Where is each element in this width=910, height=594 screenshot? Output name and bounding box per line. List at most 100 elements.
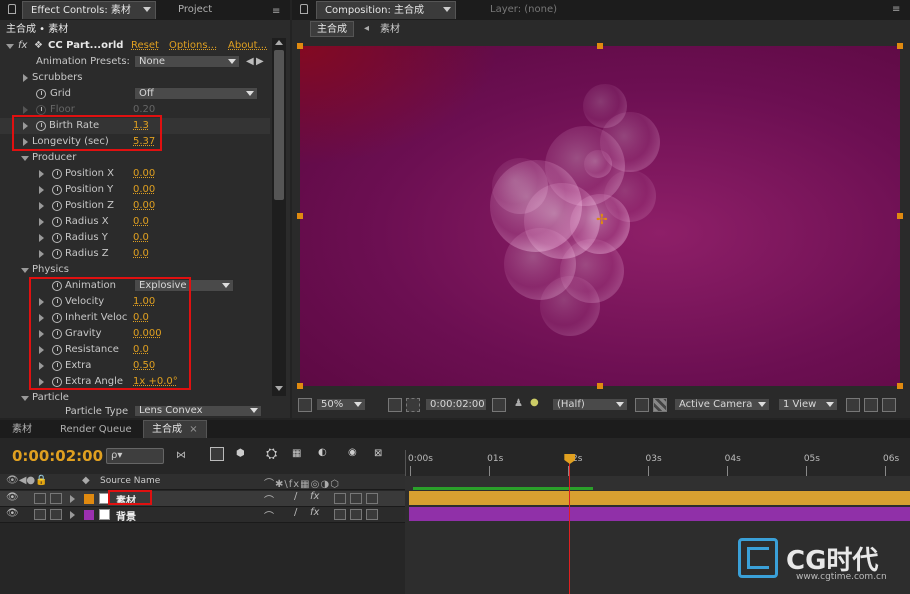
solo-toggle[interactable] bbox=[50, 509, 62, 520]
layer-name[interactable]: 背景 bbox=[116, 508, 136, 523]
handle-top-right[interactable] bbox=[897, 43, 903, 49]
expand-triangle[interactable] bbox=[70, 511, 75, 519]
stopwatch-icon[interactable] bbox=[36, 89, 46, 99]
zoom-dropdown[interactable]: 50% bbox=[316, 398, 366, 411]
switch-quality-icon[interactable]: / bbox=[294, 491, 297, 502]
about-link[interactable]: About... bbox=[228, 38, 267, 54]
time-ruler[interactable]: 0:00s01s02s03s04s05s06s bbox=[405, 450, 910, 476]
lock-icon[interactable] bbox=[8, 4, 16, 14]
label-color-swatch[interactable] bbox=[84, 510, 94, 520]
frame-blending-icon[interactable]: ▦ bbox=[292, 448, 301, 459]
timeline-icon[interactable] bbox=[882, 398, 896, 412]
collapse-triangle[interactable] bbox=[21, 156, 29, 161]
layer-row[interactable]: 👁 素材 ⌒ / fx bbox=[0, 491, 405, 507]
timecode-display[interactable]: 0:00:02:00 bbox=[425, 398, 487, 411]
switch-shy-icon[interactable]: ⌒ bbox=[264, 492, 274, 507]
handle-top-mid[interactable] bbox=[597, 43, 603, 49]
current-time-indicator[interactable] bbox=[564, 454, 576, 594]
solo-toggle[interactable] bbox=[50, 493, 62, 504]
particle-type-dropdown[interactable]: Lens Convex bbox=[134, 406, 262, 417]
tab-layer[interactable]: Layer: (none) bbox=[482, 1, 565, 19]
brainstorm-icon[interactable]: ◉ bbox=[348, 447, 357, 458]
snapshot-icon[interactable] bbox=[492, 398, 506, 412]
close-icon[interactable]: × bbox=[189, 424, 197, 435]
roi-icon[interactable] bbox=[635, 398, 649, 412]
param-value[interactable]: 0.00 bbox=[133, 198, 155, 214]
scrubbers-group[interactable]: Scrubbers bbox=[0, 70, 270, 86]
work-area-bar[interactable] bbox=[405, 476, 910, 490]
tab-effect-controls[interactable]: Effect Controls: 素材 bbox=[22, 1, 156, 19]
visibility-eye-icon[interactable]: 👁 bbox=[6, 492, 19, 503]
switch-quality-icon[interactable]: / bbox=[294, 507, 297, 518]
label-color-swatch[interactable] bbox=[84, 494, 94, 504]
handle-top-left[interactable] bbox=[297, 43, 303, 49]
layer-row[interactable]: 👁 背景 ⌒ / fx bbox=[0, 507, 405, 523]
switch-3d[interactable] bbox=[350, 493, 362, 504]
toggle-pixel-icon[interactable] bbox=[846, 398, 860, 412]
stopwatch-icon[interactable] bbox=[52, 217, 62, 227]
expand-triangle[interactable] bbox=[39, 250, 44, 258]
layer-search-input[interactable]: ρ▾ bbox=[106, 448, 164, 464]
camera-dropdown[interactable]: Active Camera bbox=[674, 398, 770, 411]
transparency-grid-icon[interactable] bbox=[653, 398, 667, 412]
comp-mini-flowchart-icon[interactable]: ⋈ bbox=[176, 450, 186, 461]
switch-fx-icon[interactable]: fx bbox=[310, 491, 319, 502]
expand-triangle[interactable] bbox=[23, 106, 28, 114]
handle-bottom-mid[interactable] bbox=[597, 383, 603, 389]
producer-group[interactable]: Producer bbox=[0, 150, 270, 166]
tab-timeline-source[interactable]: 素材 bbox=[4, 421, 40, 439]
tab-menu-icon[interactable] bbox=[443, 7, 451, 12]
expand-triangle[interactable] bbox=[39, 186, 44, 194]
switch-adjust[interactable] bbox=[366, 509, 378, 520]
scrollbar[interactable] bbox=[272, 38, 286, 396]
switch-shy-icon[interactable]: ⌒ bbox=[264, 508, 274, 523]
expand-triangle[interactable] bbox=[23, 74, 28, 82]
shy-icon[interactable]: ⛭ bbox=[266, 446, 277, 462]
source-name-header[interactable]: Source Name bbox=[100, 476, 160, 486]
physics-group[interactable]: Physics bbox=[0, 262, 270, 278]
scroll-up-icon[interactable] bbox=[275, 40, 283, 45]
stopwatch-icon[interactable] bbox=[52, 249, 62, 259]
reset-link[interactable]: Reset bbox=[131, 38, 159, 54]
tab-render-queue[interactable]: Render Queue bbox=[52, 421, 140, 439]
handle-mid-right[interactable] bbox=[897, 213, 903, 219]
stopwatch-icon[interactable] bbox=[52, 201, 62, 211]
layer-duration-bar[interactable] bbox=[409, 507, 910, 521]
expand-triangle[interactable] bbox=[39, 218, 44, 226]
param-value[interactable]: 0.0 bbox=[133, 230, 149, 246]
draft-3d-icon[interactable]: ⬢ bbox=[236, 448, 245, 459]
handle-mid-left[interactable] bbox=[297, 213, 303, 219]
tab-project[interactable]: Project bbox=[170, 1, 220, 19]
expand-triangle[interactable] bbox=[39, 234, 44, 242]
switch-motion-blur[interactable] bbox=[334, 509, 346, 520]
stopwatch-icon[interactable] bbox=[52, 169, 62, 179]
switch-motion-blur[interactable] bbox=[334, 493, 346, 504]
live-update-icon[interactable] bbox=[210, 447, 224, 461]
expand-triangle[interactable] bbox=[6, 44, 14, 49]
next-preset-icon[interactable]: ▶ bbox=[256, 54, 264, 70]
region-icon[interactable] bbox=[406, 398, 420, 412]
panel-menu-icon[interactable]: ≡ bbox=[892, 4, 900, 15]
scrollbar-thumb[interactable] bbox=[274, 50, 284, 200]
audio-toggle[interactable] bbox=[34, 493, 46, 504]
switch-fx-icon[interactable]: fx bbox=[310, 507, 319, 518]
param-value[interactable]: 0.0 bbox=[133, 246, 149, 262]
expand-triangle[interactable] bbox=[70, 495, 75, 503]
motion-blur-icon[interactable]: ◐ bbox=[318, 447, 327, 458]
comp-subtab-active[interactable]: 主合成 bbox=[310, 21, 354, 37]
comp-viewer[interactable]: ✢ bbox=[300, 46, 900, 386]
visibility-eye-icon[interactable]: 👁 bbox=[6, 508, 19, 519]
scroll-down-icon[interactable] bbox=[275, 386, 283, 391]
tab-main-comp[interactable]: 主合成 × bbox=[143, 420, 207, 438]
param-value[interactable]: 0.00 bbox=[133, 182, 155, 198]
channel-icon[interactable]: ● bbox=[530, 397, 539, 408]
comp-subtab-other[interactable]: 素材 bbox=[380, 22, 400, 38]
lock-icon[interactable] bbox=[300, 4, 308, 14]
anchor-point-icon[interactable]: ✢ bbox=[596, 212, 608, 228]
prev-preset-icon[interactable]: ◀ bbox=[246, 54, 254, 70]
layer-duration-bar[interactable] bbox=[409, 491, 910, 505]
grid-dropdown[interactable]: Off bbox=[134, 87, 258, 100]
fast-preview-icon[interactable] bbox=[864, 398, 878, 412]
fit-icon[interactable] bbox=[388, 398, 402, 412]
graph-editor-icon[interactable]: ⊠ bbox=[374, 448, 382, 459]
